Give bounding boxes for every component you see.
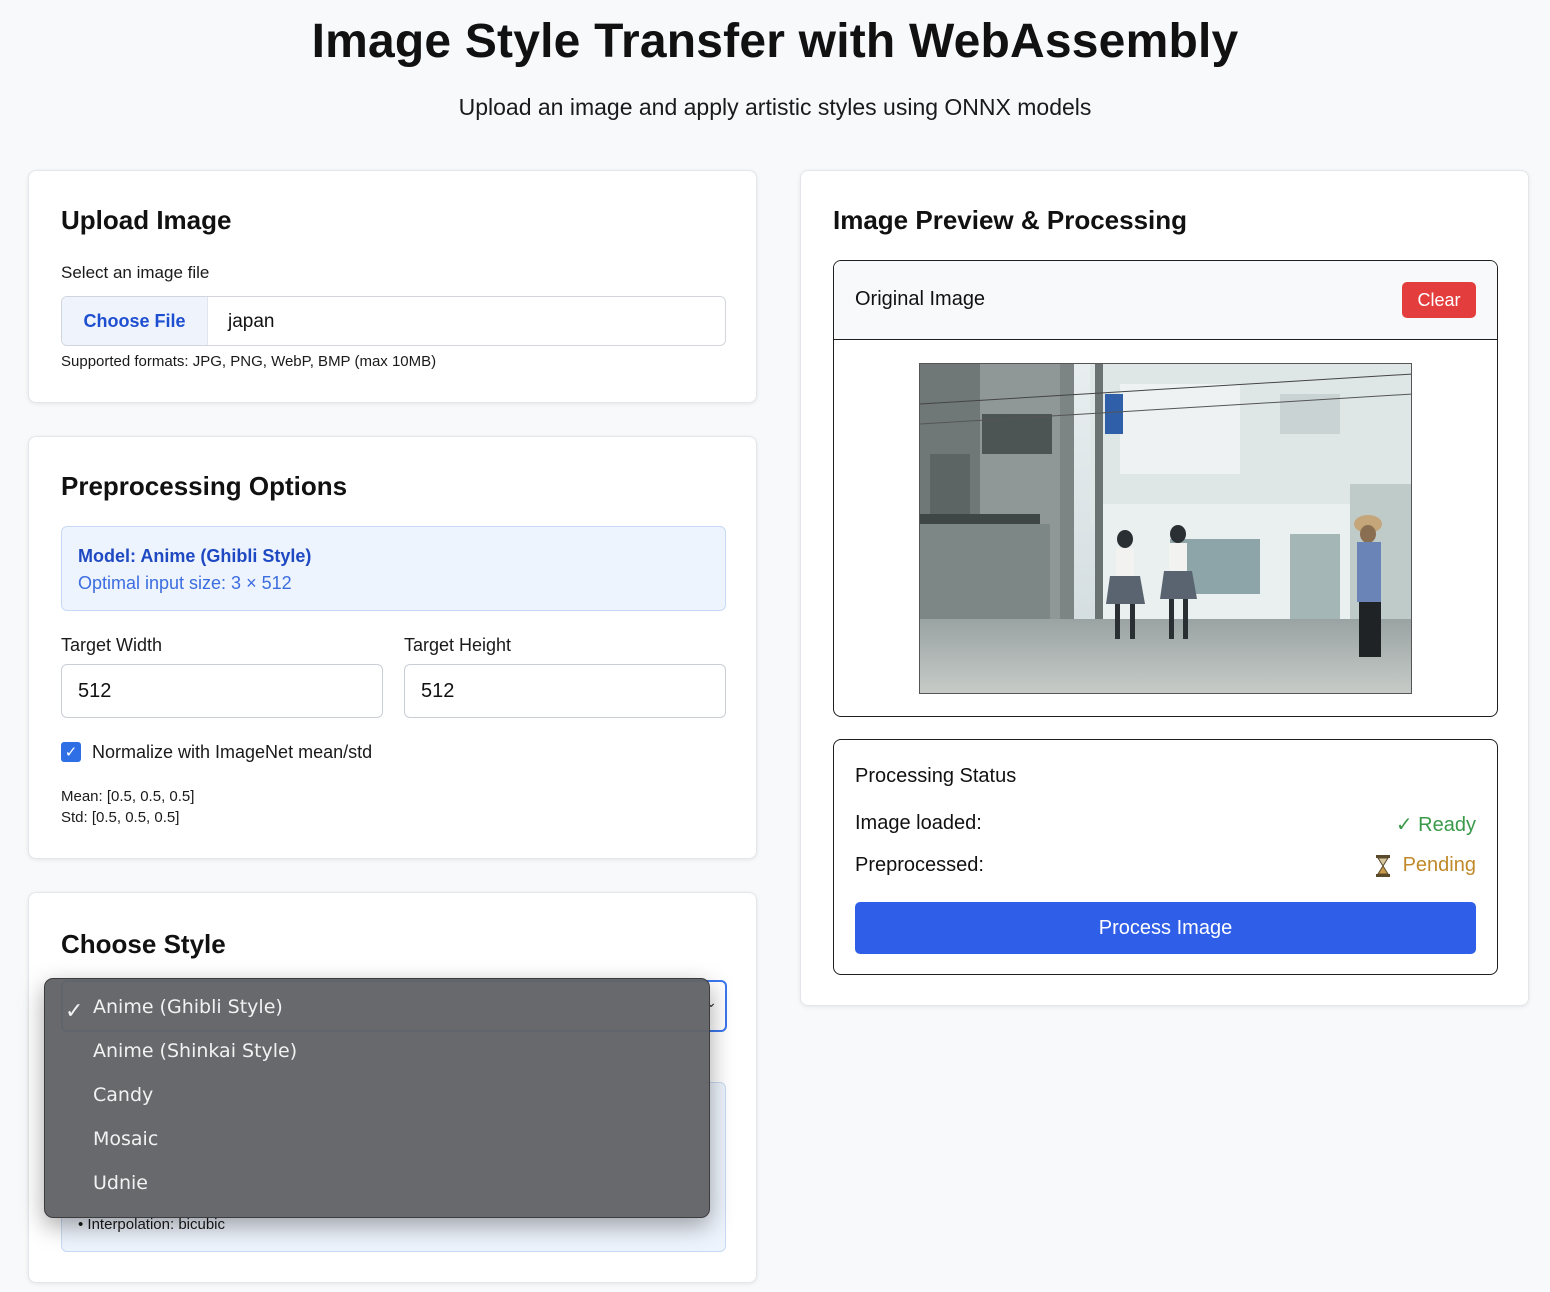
hourglass-icon	[1375, 854, 1390, 877]
normalize-label: Normalize with ImageNet mean/std	[92, 742, 373, 762]
processing-status-title: Processing Status	[855, 765, 1017, 787]
image-loaded-status: ✓ Ready	[1395, 814, 1476, 836]
choose-file-button[interactable]: Choose File	[62, 297, 208, 345]
model-name: Model: Anime (Ghibli Style)	[78, 546, 312, 566]
preview-title: Image Preview & Processing	[833, 205, 1188, 235]
page-subtitle: Upload an image and apply artistic style…	[458, 94, 1092, 120]
target-height-input[interactable]: 512	[404, 664, 726, 718]
file-input[interactable]: Choose File japan	[61, 296, 726, 346]
style-option-mosaic[interactable]: Mosaic	[93, 1128, 158, 1150]
style-option-shinkai[interactable]: Anime (Shinkai Style)	[93, 1040, 297, 1062]
mean-values: Mean: [0.5, 0.5, 0.5]	[61, 788, 195, 805]
file-name: japan	[228, 311, 275, 332]
processing-status-panel: Processing Status Image loaded: ✓ Ready …	[833, 739, 1498, 975]
preprocessed-status-group: Pending	[1375, 854, 1476, 877]
target-width-label: Target Width	[61, 635, 163, 655]
preview-card: Image Preview & Processing Original Imag…	[800, 170, 1529, 1006]
normalize-checkbox[interactable]: ✓	[61, 742, 81, 762]
upload-card: Upload Image Select an image file Choose…	[28, 170, 757, 403]
preprocessed-status: Pending	[1402, 854, 1476, 876]
choose-style-title: Choose Style	[61, 929, 226, 959]
optimal-size: Optimal input size: 3 × 512	[78, 573, 292, 593]
upload-title: Upload Image	[61, 205, 232, 235]
page-title: Image Style Transfer with WebAssembly	[311, 15, 1239, 68]
preprocessing-card: Preprocessing Options Model: Anime (Ghib…	[28, 436, 757, 859]
style-option-udnie[interactable]: Udnie	[93, 1172, 148, 1194]
file-label: Select an image file	[61, 263, 210, 282]
supported-formats: Supported formats: JPG, PNG, WebP, BMP (…	[61, 353, 437, 370]
model-info-box: Model: Anime (Ghibli Style) Optimal inpu…	[61, 526, 726, 611]
original-image-header: Original Image Clear	[834, 261, 1497, 340]
style-dropdown-menu: ✓ Anime (Ghibli Style) Anime (Shinkai St…	[44, 978, 710, 1218]
style-option-ghibli[interactable]: Anime (Ghibli Style)	[93, 996, 283, 1018]
std-values: Std: [0.5, 0.5, 0.5]	[61, 809, 180, 826]
original-image-label: Original Image	[855, 288, 986, 310]
preprocessing-title: Preprocessing Options	[61, 471, 348, 501]
target-height-label: Target Height	[404, 635, 512, 655]
target-width-input[interactable]: 512	[61, 664, 383, 718]
original-image-panel: Original Image Clear	[833, 260, 1498, 717]
style-option-candy[interactable]: Candy	[93, 1084, 153, 1106]
clear-button[interactable]: Clear	[1402, 282, 1476, 318]
interpolation-info: • Interpolation: bicubic	[78, 1216, 226, 1233]
original-image	[919, 363, 1412, 694]
image-loaded-label: Image loaded:	[855, 812, 982, 834]
process-image-button[interactable]: Process Image	[855, 902, 1476, 954]
preprocessed-label: Preprocessed:	[855, 854, 984, 876]
checkmark-icon: ✓	[65, 999, 84, 1024]
